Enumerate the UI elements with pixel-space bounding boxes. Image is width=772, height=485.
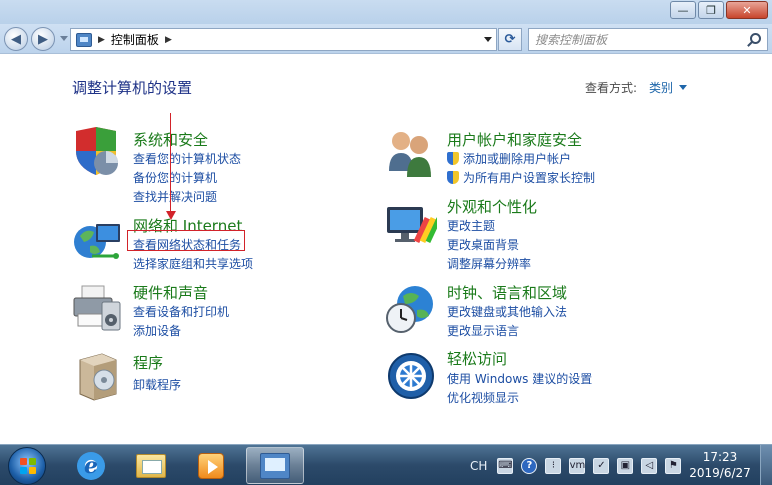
search-input[interactable] xyxy=(535,30,745,50)
category-title-clock[interactable]: 时钟、语言和区域 xyxy=(447,282,567,303)
breadcrumb-separator-icon[interactable]: ▶ xyxy=(165,35,172,45)
vmware-icon[interactable]: vm xyxy=(569,457,586,474)
system-tray: CH ⌨ ? ⁝ vm ✓ ▣ ◁ ⚑ xyxy=(470,445,689,485)
monitor-palette-icon xyxy=(387,207,437,244)
uac-shield-icon xyxy=(447,152,459,165)
media-player-icon xyxy=(198,452,224,479)
clock-time: 17:23 xyxy=(702,450,738,464)
category-title-users[interactable]: 用户帐户和家庭安全 xyxy=(447,129,582,150)
close-button[interactable]: ✕ xyxy=(726,1,768,19)
address-box[interactable]: ▶ 控制面板 ▶ xyxy=(70,28,497,51)
page-title: 调整计算机的设置 xyxy=(72,79,193,97)
internet-explorer-icon: e xyxy=(77,451,105,480)
link-text[interactable]: 为所有用户设置家长控制 xyxy=(463,171,595,185)
globe-network-icon xyxy=(74,224,120,259)
link-add-remove-users[interactable]: 添加或删除用户帐户 xyxy=(447,150,571,167)
link-devices-printers[interactable]: 查看设备和打印机 xyxy=(133,303,229,320)
annotation-highlight-box xyxy=(127,230,245,251)
annotation-arrow-head xyxy=(166,211,176,220)
back-button[interactable]: ◀ xyxy=(4,27,28,51)
breadcrumb-control-panel[interactable]: 控制面板 xyxy=(111,31,159,48)
chevron-down-icon[interactable] xyxy=(679,85,687,90)
recent-pages-dropdown[interactable] xyxy=(60,36,68,41)
volume-muted-icon[interactable]: ◁ xyxy=(641,457,658,474)
category-title-access[interactable]: 轻松访问 xyxy=(447,348,507,369)
link-change-keyboard[interactable]: 更改键盘或其他输入法 xyxy=(447,303,567,320)
clock-globe-icon xyxy=(386,286,433,333)
link-computer-status[interactable]: 查看您的计算机状态 xyxy=(133,150,241,167)
view-by-dropdown[interactable]: 类别 xyxy=(649,79,673,96)
input-settings-icon[interactable]: ⁝ xyxy=(545,457,562,474)
show-desktop-button[interactable] xyxy=(760,445,772,485)
taskbar-ie[interactable]: e xyxy=(62,447,120,484)
link-optimize-video[interactable]: 优化视频显示 xyxy=(447,389,519,406)
flag-icon[interactable]: ⚑ xyxy=(665,457,682,474)
taskbar: e CH ⌨ ? ⁝ vm ✓ ▣ ◁ ⚑ 17:23 2019/6/27 xyxy=(0,444,772,485)
category-title-hardware[interactable]: 硬件和声音 xyxy=(133,282,208,303)
language-indicator[interactable]: CH xyxy=(470,459,487,473)
category-title-appearance[interactable]: 外观和个性化 xyxy=(447,196,537,217)
link-uninstall[interactable]: 卸载程序 xyxy=(133,376,181,393)
link-parental-controls[interactable]: 为所有用户设置家长控制 xyxy=(447,169,595,186)
help-icon[interactable]: ? xyxy=(521,457,538,474)
breadcrumb-separator-icon[interactable]: ▶ xyxy=(98,35,105,45)
network-tray-icon[interactable]: ▣ xyxy=(617,457,634,474)
view-by-label: 查看方式: xyxy=(585,81,638,95)
annotation-arrow xyxy=(170,113,171,216)
link-troubleshoot[interactable]: 查找并解决问题 xyxy=(133,188,217,205)
refresh-button[interactable]: ⟳ xyxy=(498,28,522,51)
taskbar-media-player[interactable] xyxy=(182,447,240,484)
taskbar-explorer[interactable] xyxy=(122,447,180,484)
search-icon[interactable] xyxy=(750,33,761,44)
start-button[interactable] xyxy=(8,447,46,485)
users-icon xyxy=(389,132,431,177)
window-controls: — ❐ ✕ xyxy=(668,1,768,19)
shield-chart-icon xyxy=(76,127,118,175)
search-box[interactable] xyxy=(528,28,768,51)
link-desktop-background[interactable]: 更改桌面背景 xyxy=(447,236,519,253)
link-windows-suggestions[interactable]: 使用 Windows 建议的设置 xyxy=(447,370,592,387)
printer-icon xyxy=(73,285,121,331)
taskbar-control-panel[interactable] xyxy=(246,447,304,484)
control-panel-icon xyxy=(260,452,290,479)
link-add-device[interactable]: 添加设备 xyxy=(133,322,181,339)
minimize-button[interactable]: — xyxy=(670,1,696,19)
forward-button[interactable]: ▶ xyxy=(31,27,55,51)
keyboard-icon[interactable]: ⌨ xyxy=(497,457,514,474)
link-text[interactable]: 添加或删除用户帐户 xyxy=(463,152,571,166)
control-panel-icon xyxy=(76,32,92,47)
category-title-programs[interactable]: 程序 xyxy=(133,352,163,373)
control-panel-content: 调整计算机的设置 查看方式: 类别 系统和安全 查看您的计算机状态 备份您的计算… xyxy=(0,55,772,444)
uac-shield-icon xyxy=(447,171,459,184)
link-display-language[interactable]: 更改显示语言 xyxy=(447,322,519,339)
folder-icon xyxy=(136,453,166,478)
address-toolbar: ◀ ▶ ▶ 控制面板 ▶ ⟳ xyxy=(0,24,772,54)
programs-box-icon xyxy=(79,353,117,401)
ease-of-access-icon xyxy=(388,353,434,399)
link-change-theme[interactable]: 更改主题 xyxy=(447,217,495,234)
link-screen-resolution[interactable]: 调整屏幕分辨率 xyxy=(447,255,531,272)
clock-date: 2019/6/27 xyxy=(689,466,751,480)
address-dropdown-icon[interactable] xyxy=(484,37,492,42)
link-homegroup[interactable]: 选择家庭组和共享选项 xyxy=(133,255,253,272)
action-center-icon[interactable]: ✓ xyxy=(593,457,610,474)
maximize-button[interactable]: ❐ xyxy=(698,1,724,19)
window-titlebar: — ❐ ✕ xyxy=(0,0,772,24)
clock[interactable]: 17:23 2019/6/27 xyxy=(686,449,754,481)
link-backup[interactable]: 备份您的计算机 xyxy=(133,169,217,186)
